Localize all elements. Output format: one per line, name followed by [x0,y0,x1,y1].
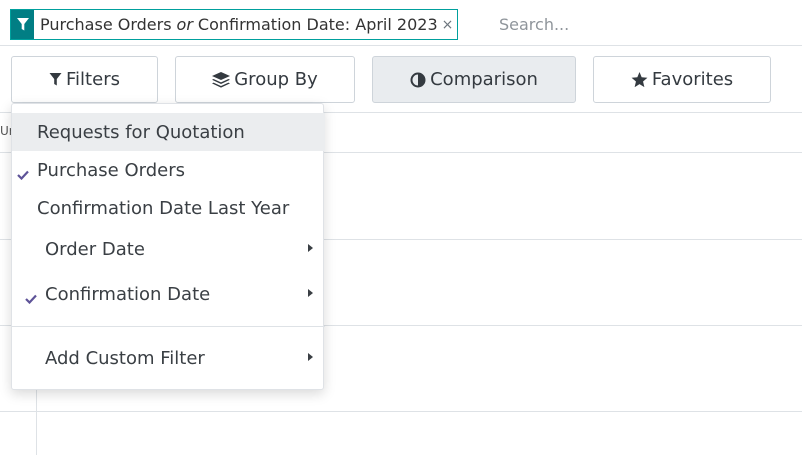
filters-dropdown: Requests for Quotation Purchase Orders C… [11,103,325,390]
filter-item-label: Purchase Orders [37,159,185,181]
search-input[interactable] [499,12,789,36]
filter-item-requests-for-quotation[interactable]: Requests for Quotation [12,113,325,151]
favorites-button-label: Favorites [651,69,734,90]
check-icon [25,288,37,309]
filter-facet[interactable]: Purchase Orders or Confirmation Date: Ap… [10,9,459,40]
filter-item-label: Order Date [45,238,145,260]
filter-item-label: Confirmation Date [45,283,211,305]
filter-item-add-custom-filter[interactable]: Add Custom Filter [12,339,325,377]
star-icon [631,71,648,88]
filter-item-label: Confirmation Date Last Year [37,197,290,219]
half-circle-icon [410,72,426,88]
facet-separator: or [176,15,193,34]
filter-item-purchase-orders[interactable]: Purchase Orders [12,151,325,189]
facet-value-purchase-orders: Purchase Orders [40,15,172,34]
filter-item-confirmation-date-last-year[interactable]: Confirmation Date Last Year [12,189,325,227]
filter-item-order-date[interactable]: Order Date [12,230,325,268]
comparison-button[interactable]: Comparison [372,56,576,103]
facet-remove-icon[interactable]: × [442,17,454,33]
list-divider [0,411,802,412]
search-panel: Purchase Orders or Confirmation Date: Ap… [0,0,802,455]
check-icon [17,164,29,185]
group-by-button[interactable]: Group By [175,56,355,103]
filters-button-label: Filters [66,69,120,90]
caret-right-icon [308,353,313,361]
dropdown-divider [12,326,325,327]
caret-right-icon [308,244,313,252]
filter-icon [11,10,34,39]
comparison-button-label: Comparison [430,69,538,90]
group-by-button-label: Group By [234,69,318,90]
filter-item-label: Requests for Quotation [37,121,245,143]
search-bar: Purchase Orders or Confirmation Date: Ap… [0,0,802,46]
facet-values: Purchase Orders or Confirmation Date: Ap… [34,10,457,39]
filter-item-label: Add Custom Filter [45,347,205,369]
caret-right-icon [308,289,313,297]
favorites-button[interactable]: Favorites [593,56,771,103]
filter-icon [49,73,62,86]
facet-value-confirmation-date: Confirmation Date: April 2023 [197,15,438,34]
filter-item-confirmation-date[interactable]: Confirmation Date [12,275,325,313]
filters-button[interactable]: Filters [11,56,158,103]
layers-icon [212,71,231,88]
